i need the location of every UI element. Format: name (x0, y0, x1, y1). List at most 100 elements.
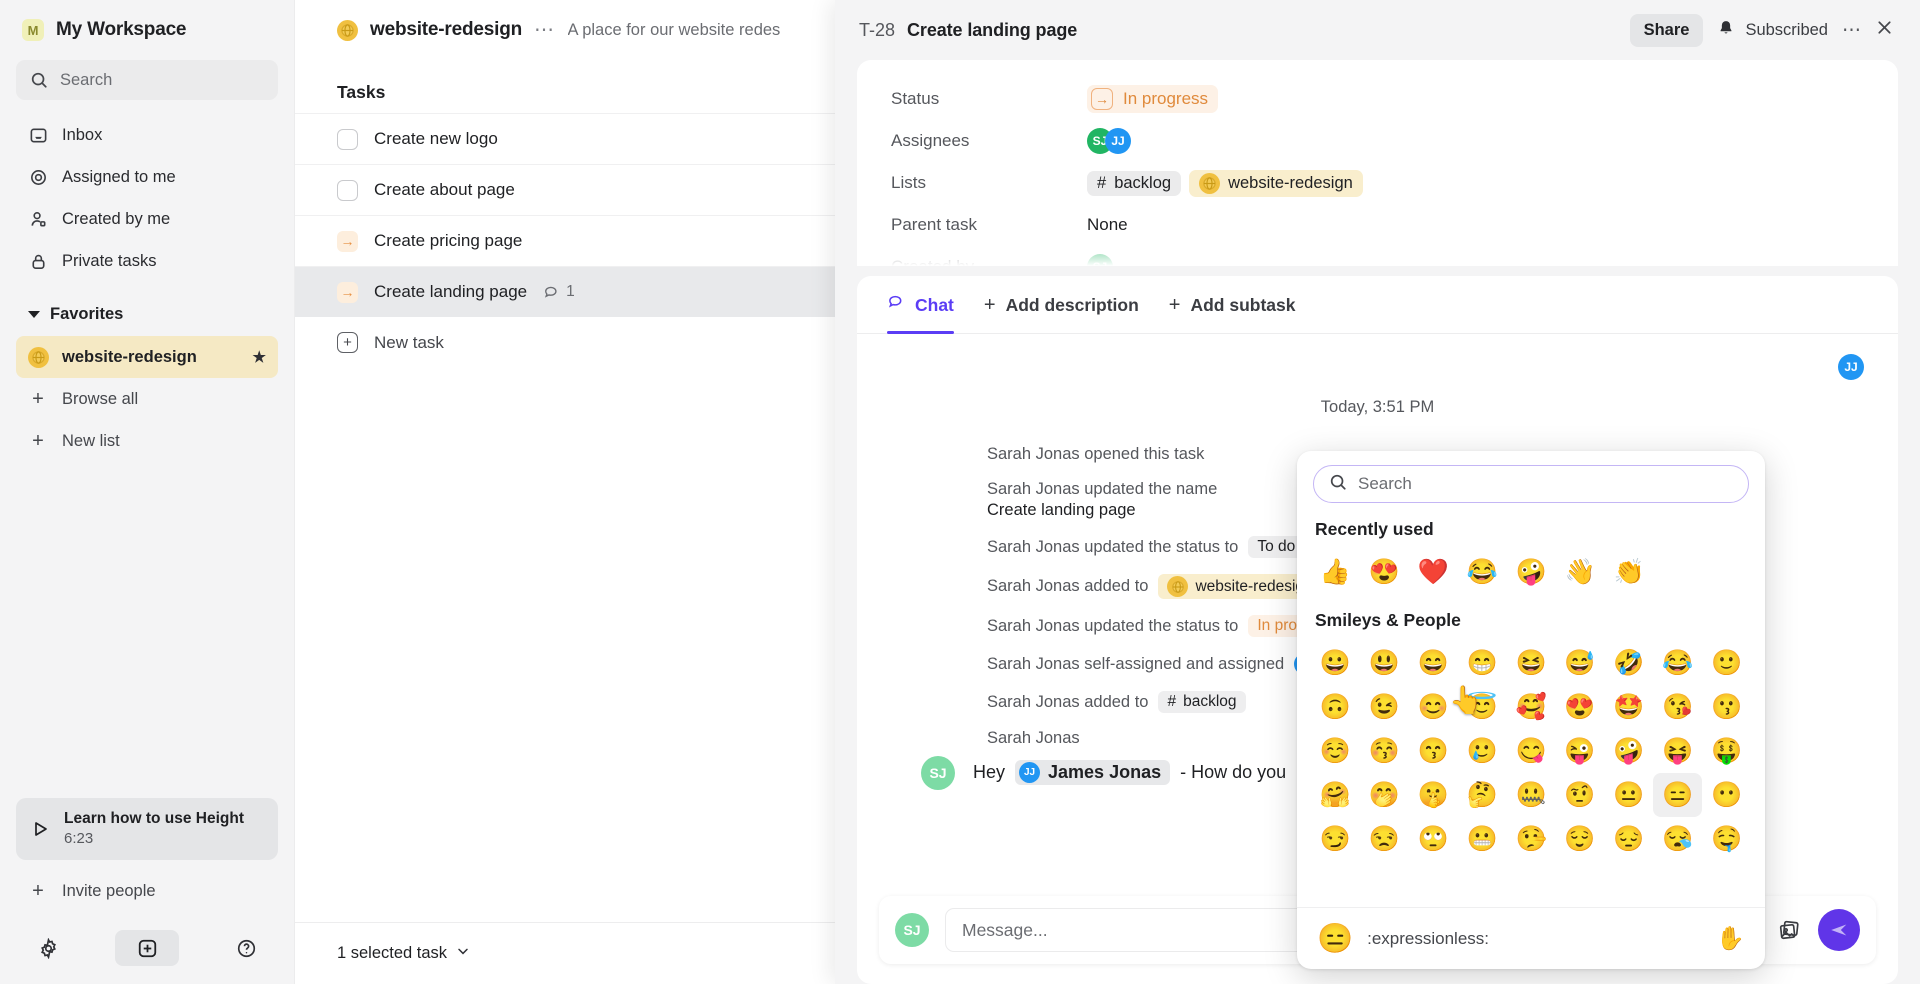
checkbox-icon[interactable] (337, 179, 358, 201)
emoji-button[interactable]: 🤩 (1604, 685, 1653, 729)
emoji-button[interactable]: 😃 (1360, 641, 1409, 685)
learn-video-card[interactable]: Learn how to use Height 6:23 (16, 797, 278, 860)
property-status[interactable]: Status → In progress (891, 78, 1864, 120)
settings-button[interactable] (30, 930, 66, 966)
search-placeholder: Search (60, 70, 113, 89)
close-icon[interactable] (1875, 18, 1894, 43)
emoji-button[interactable]: 🤤 (1702, 817, 1751, 861)
in-progress-icon[interactable]: → (337, 230, 358, 252)
emoji-button[interactable]: 🙃 (1311, 685, 1360, 729)
emoji-button[interactable]: 😶 (1702, 773, 1751, 817)
emoji-button[interactable]: 😋 (1507, 729, 1556, 773)
emoji-button[interactable]: 🤪 (1604, 729, 1653, 773)
activity-text: Sarah Jonas added to (987, 692, 1149, 711)
activity-text: Sarah Jonas (987, 729, 1080, 747)
emoji-button[interactable]: 😍 (1555, 685, 1604, 729)
emoji-button-highlighted[interactable]: 😑 (1653, 773, 1703, 817)
emoji-button[interactable]: 😂 (1653, 641, 1702, 685)
emoji-button[interactable]: 🤐 (1507, 773, 1556, 817)
sidebar-item-created-by-me[interactable]: Created by me (16, 198, 278, 240)
emoji-picker-panel[interactable]: Search Recently used 👍 😍 ❤️ 😂 🤪 👋 👏 Smil… (1297, 451, 1765, 969)
new-list-button[interactable]: + New list (16, 420, 278, 462)
emoji-button[interactable]: 😂 (1458, 550, 1507, 594)
favorites-section-header[interactable]: Favorites (16, 292, 278, 336)
workspace-header[interactable]: M My Workspace (16, 0, 278, 60)
checkbox-icon[interactable] (337, 128, 358, 150)
emoji-button[interactable]: 😘 (1653, 685, 1702, 729)
emoji-button[interactable]: ❤️ (1409, 550, 1458, 594)
emoji-button[interactable]: 😗 (1702, 685, 1751, 729)
emoji-button[interactable]: 😊 (1409, 685, 1458, 729)
emoji-button[interactable]: 🤪 (1507, 550, 1556, 594)
emoji-button[interactable]: 🤥 (1507, 817, 1556, 861)
in-progress-icon[interactable]: → (337, 281, 358, 303)
emoji-button[interactable]: 🤗 (1311, 773, 1360, 817)
emoji-button[interactable]: 😉 (1360, 685, 1409, 729)
emoji-button[interactable]: 😀 (1311, 641, 1360, 685)
emoji-button[interactable]: 🤔 (1458, 773, 1507, 817)
chevron-down-icon[interactable] (455, 943, 471, 964)
emoji-button[interactable]: 🤣 (1604, 641, 1653, 685)
emoji-button[interactable]: 🙂 (1702, 641, 1751, 685)
sidebar-item-assigned-to-me[interactable]: Assigned to me (16, 156, 278, 198)
emoji-button[interactable]: 🤫 (1409, 773, 1458, 817)
emoji-button[interactable]: 😐 (1604, 773, 1653, 817)
emoji-button[interactable]: 🤑 (1702, 729, 1751, 773)
emoji-button[interactable]: 😅 (1555, 641, 1604, 685)
property-lists[interactable]: Lists # backlog website-redesign (891, 162, 1864, 204)
sidebar-item-label: Inbox (62, 125, 103, 144)
emoji-button[interactable]: 😝 (1653, 729, 1702, 773)
emoji-button[interactable]: 🤭 (1360, 773, 1409, 817)
emoji-button[interactable]: 😁 (1458, 641, 1507, 685)
sidebar-item-private-tasks[interactable]: Private tasks (16, 240, 278, 282)
emoji-button[interactable]: 👍 (1311, 550, 1360, 594)
emoji-button[interactable]: 😔 (1604, 817, 1653, 861)
mention-chip[interactable]: JJ James Jonas (1015, 760, 1171, 785)
search-icon (29, 70, 49, 90)
emoji-button[interactable]: 😜 (1555, 729, 1604, 773)
tab-add-description[interactable]: + Add description (984, 276, 1139, 334)
skin-tone-button[interactable]: ✋ (1716, 925, 1745, 952)
emoji-button[interactable]: 🙄 (1409, 817, 1458, 861)
star-icon[interactable]: ★ (253, 348, 266, 366)
emoji-button[interactable]: 🥰 (1507, 685, 1556, 729)
more-options-button[interactable]: ⋯ (1842, 19, 1861, 42)
emoji-button[interactable]: 😪 (1653, 817, 1702, 861)
emoji-button[interactable]: 😄 (1409, 641, 1458, 685)
browse-all-button[interactable]: + Browse all (16, 378, 278, 420)
list-more-button[interactable]: ⋯ (534, 20, 556, 40)
emoji-button[interactable]: 👋 (1556, 550, 1605, 594)
list-chip-backlog[interactable]: # backlog (1087, 170, 1182, 196)
sidebar-item-inbox[interactable]: Inbox (16, 114, 278, 156)
sidebar-item-website-redesign[interactable]: website-redesign ★ (16, 336, 278, 378)
emoji-button[interactable]: 😆 (1507, 641, 1556, 685)
activity-text: Sarah Jonas updated the status to (987, 616, 1239, 635)
property-assignees[interactable]: Assignees SJ JJ (891, 120, 1864, 162)
tab-chat[interactable]: Chat (887, 276, 954, 334)
emoji-button[interactable]: 😬 (1458, 817, 1507, 861)
emoji-button[interactable]: 🤨 (1555, 773, 1604, 817)
emoji-button[interactable]: 😚 (1360, 729, 1409, 773)
emoji-button[interactable]: 😏 (1311, 817, 1360, 861)
emoji-button[interactable]: 😒 (1360, 817, 1409, 861)
emoji-button[interactable]: 👏 (1605, 550, 1654, 594)
tab-add-subtask[interactable]: + Add subtask (1169, 276, 1296, 334)
new-item-button[interactable] (115, 930, 179, 966)
emoji-search-input[interactable]: Search (1313, 465, 1749, 503)
emoji-button[interactable]: 🥲 (1458, 729, 1507, 773)
emoji-button[interactable]: 😙 (1409, 729, 1458, 773)
emoji-button[interactable]: 😇 (1458, 685, 1507, 729)
emoji-button[interactable]: ☺️ (1311, 729, 1360, 773)
subscribe-button[interactable]: Subscribed (1717, 19, 1828, 42)
list-chip-website-redesign[interactable]: website-redesign (1189, 169, 1363, 197)
assignee-avatars[interactable]: SJ JJ (1087, 128, 1131, 154)
search-input[interactable]: Search (16, 60, 278, 100)
send-button[interactable] (1818, 909, 1860, 951)
share-button[interactable]: Share (1629, 13, 1704, 47)
status-badge[interactable]: → In progress (1087, 85, 1219, 113)
help-button[interactable] (228, 930, 264, 966)
emoji-button[interactable]: 😌 (1555, 817, 1604, 861)
emoji-button[interactable]: 😍 (1360, 550, 1409, 594)
invite-people-button[interactable]: + Invite people (16, 870, 278, 912)
attachment-button[interactable] (1777, 918, 1802, 943)
